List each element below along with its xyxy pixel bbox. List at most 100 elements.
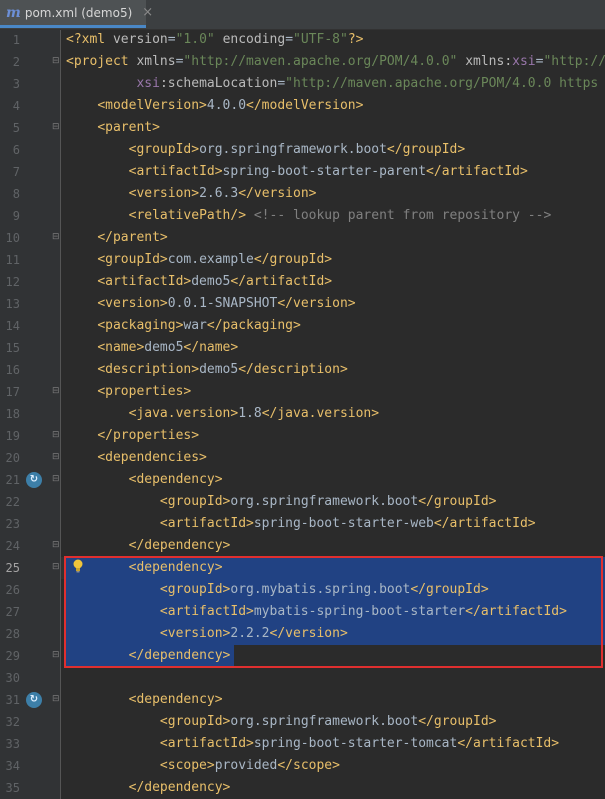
code-text: <version>2.6.3</version> — [66, 183, 317, 205]
code-text: <artifactId>spring-boot-starter-web</art… — [66, 513, 536, 535]
code-line[interactable]: 9 <relativePath/> <!-- lookup parent fro… — [0, 205, 605, 227]
code-token: <properties> — [97, 384, 192, 399]
code-editor[interactable]: 1 <?xml version="1.0" encoding="UTF-8"?> 2… — [0, 30, 605, 799]
dependency-update-icon[interactable]: ↻ — [26, 472, 42, 488]
fold-end-icon[interactable]: ⊟ — [52, 431, 61, 440]
code-line[interactable]: 23 <artifactId>spring-boot-starter-web</… — [0, 513, 605, 535]
code-text: <description>demo5</description> — [66, 359, 347, 381]
fold-collapse-icon[interactable]: ⊟ — [52, 695, 61, 704]
dependency-update-icon[interactable]: ↻ — [26, 692, 42, 708]
tab-pom-xml[interactable]: m pom.xml (demo5) × — [0, 0, 153, 28]
fold-collapse-icon[interactable]: ⊟ — [52, 563, 61, 572]
code-token: <artifactId> — [128, 164, 223, 179]
code-token: </name> — [183, 340, 239, 355]
code-line[interactable]: 22 <groupId>org.springframework.boot</gr… — [0, 491, 605, 513]
fold-end-icon[interactable]: ⊟ — [52, 651, 61, 660]
code-token: </groupId> — [418, 494, 497, 509]
line-number: 30 — [5, 671, 20, 685]
fold-collapse-icon[interactable]: ⊟ — [52, 387, 61, 396]
code-line[interactable]: 33 <artifactId>spring-boot-starter-tomca… — [0, 733, 605, 755]
code-line[interactable]: 35 </dependency> — [0, 777, 605, 799]
code-text: xsi:schemaLocation="http://maven.apache.… — [66, 73, 598, 95]
code-token: <dependency> — [128, 692, 223, 707]
code-line[interactable]: 12 <artifactId>demo5</artifactId> — [0, 271, 605, 293]
code-token: "1.0" — [175, 32, 215, 47]
code-line[interactable]: 10 ⊟ </parent> — [0, 227, 605, 249]
code-token: </dependency> — [128, 538, 231, 553]
code-line[interactable]: 18 <java.version>1.8</java.version> — [0, 403, 605, 425]
code-line[interactable]: 20 ⊟ <dependencies> — [0, 447, 605, 469]
code-line[interactable]: 3 xsi:schemaLocation="http://maven.apach… — [0, 73, 605, 95]
code-line[interactable]: 16 <description>demo5</description> — [0, 359, 605, 381]
code-text: <modelVersion>4.0.0</modelVersion> — [66, 95, 363, 117]
line-number: 10 — [5, 231, 20, 245]
line-number: 6 — [12, 143, 20, 157]
code-token: 4.0.0 — [206, 98, 247, 113]
line-number: 8 — [12, 187, 20, 201]
close-icon[interactable]: × — [142, 5, 153, 20]
code-line[interactable]: 30 — [0, 667, 605, 689]
code-token: </artifactId> — [457, 736, 560, 751]
line-number: 5 — [12, 121, 20, 135]
code-line[interactable]: 17 ⊟ <properties> — [0, 381, 605, 403]
code-token: <project — [66, 54, 137, 69]
line-number: 21 — [5, 473, 20, 487]
fold-end-icon[interactable]: ⊟ — [52, 541, 61, 550]
fold-collapse-icon[interactable]: ⊟ — [52, 57, 61, 66]
code-token: demo5 — [144, 340, 184, 355]
code-token: </artifactId> — [433, 516, 536, 531]
code-line[interactable]: 5 ⊟ <parent> — [0, 117, 605, 139]
code-token: demo5 — [191, 274, 231, 289]
code-line[interactable]: 13 <version>0.0.1-SNAPSHOT</version> — [0, 293, 605, 315]
code-token: <packaging> — [97, 318, 184, 333]
code-line[interactable]: 21 ⊟ ↻ <dependency> — [0, 469, 605, 491]
code-token: <name> — [97, 340, 145, 355]
line-number: 1 — [12, 33, 20, 47]
fold-collapse-icon[interactable]: ⊟ — [52, 475, 61, 484]
code-line[interactable]: 32 <groupId>org.springframework.boot</gr… — [0, 711, 605, 733]
fold-end-icon[interactable]: ⊟ — [52, 233, 61, 242]
code-line[interactable]: 4 <modelVersion>4.0.0</modelVersion> — [0, 95, 605, 117]
code-text: <dependencies> — [66, 447, 207, 469]
fold-collapse-icon[interactable]: ⊟ — [52, 123, 61, 132]
code-token: "http://maven.apache.org/POM/4.0.0 https — [285, 76, 599, 91]
code-line[interactable]: 24 ⊟ </dependency> — [0, 535, 605, 557]
code-text: <groupId>org.springframework.boot</group… — [66, 711, 497, 733]
code-token: <modelVersion> — [97, 98, 207, 113]
code-token: xmlns: — [465, 54, 513, 69]
code-text: <project xmlns="http://maven.apache.org/… — [66, 51, 605, 73]
code-token: </artifactId> — [230, 274, 333, 289]
code-line[interactable]: 34 <scope>provided</scope> — [0, 755, 605, 777]
line-number: 13 — [5, 297, 20, 311]
line-number: 26 — [5, 583, 20, 597]
code-text: <dependency> — [66, 689, 223, 711]
code-line[interactable]: 7 <artifactId>spring-boot-starter-parent… — [0, 161, 605, 183]
code-line[interactable]: 8 <version>2.6.3</version> — [0, 183, 605, 205]
code-line[interactable]: 31 ⊟ ↻ <dependency> — [0, 689, 605, 711]
code-line[interactable]: 2 ⊟ <project xmlns="http://maven.apache.or… — [0, 51, 605, 73]
line-number: 18 — [5, 407, 20, 421]
code-text: <artifactId>spring-boot-starter-parent</… — [66, 161, 528, 183]
code-token: org.springframework.boot — [199, 142, 387, 157]
code-line[interactable]: 11 <groupId>com.example</groupId> — [0, 249, 605, 271]
code-token: spring-boot-starter-parent — [222, 164, 427, 179]
code-line[interactable]: 15 <name>demo5</name> — [0, 337, 605, 359]
code-token: 0.0.1-SNAPSHOT — [167, 296, 278, 311]
code-line[interactable]: 14 <packaging>war</packaging> — [0, 315, 605, 337]
code-text: <name>demo5</name> — [66, 337, 238, 359]
editor-tab-bar: m pom.xml (demo5) × — [0, 0, 605, 30]
code-token: "http://maven.apache.org/POM/4.0.0" — [183, 54, 458, 69]
fold-collapse-icon[interactable]: ⊟ — [52, 453, 61, 462]
code-line[interactable]: 6 <groupId>org.springframework.boot</gro… — [0, 139, 605, 161]
code-text: <artifactId>demo5</artifactId> — [66, 271, 332, 293]
code-token: </scope> — [277, 758, 340, 773]
code-line[interactable]: 19 ⊟ </properties> — [0, 425, 605, 447]
code-line[interactable]: 1 <?xml version="1.0" encoding="UTF-8"?> — [0, 30, 605, 51]
